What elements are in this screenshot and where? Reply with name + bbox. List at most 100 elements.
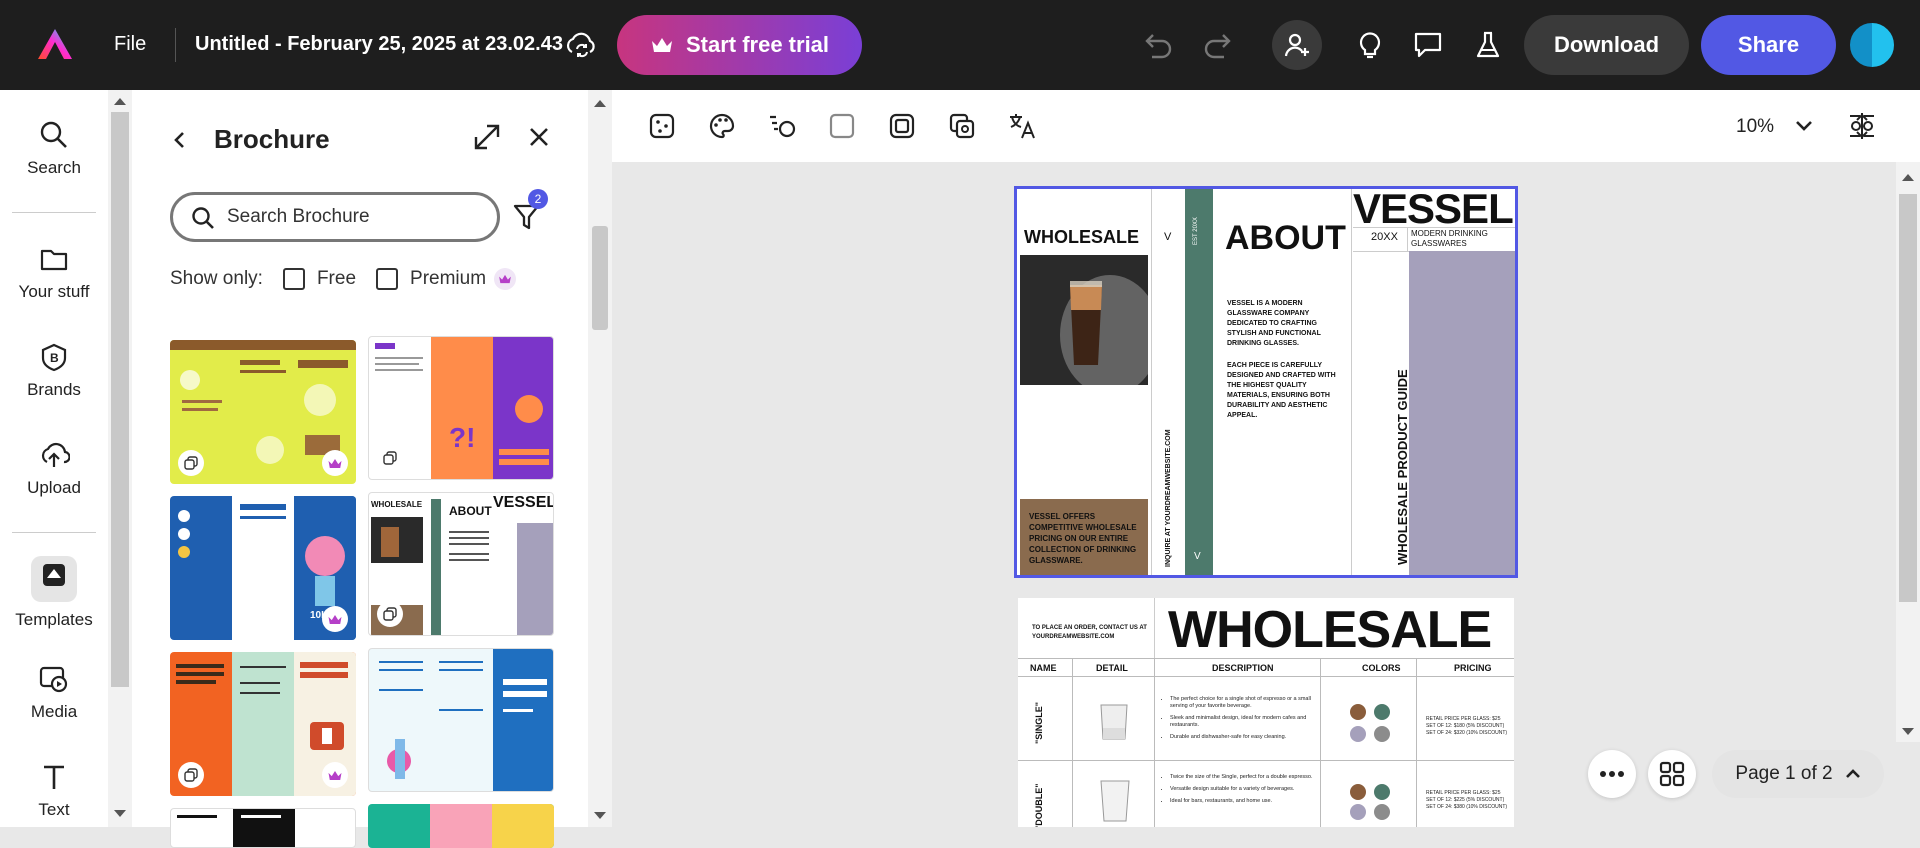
trial-label: Start free trial xyxy=(685,32,830,57)
resize-icon[interactable] xyxy=(1846,110,1878,142)
palette-icon[interactable] xyxy=(706,110,738,142)
more-options-button[interactable] xyxy=(1588,750,1636,798)
template-thumbnail[interactable] xyxy=(170,808,356,848)
chevron-down-icon[interactable] xyxy=(1795,120,1813,132)
divider xyxy=(1351,189,1352,575)
search-icon xyxy=(40,121,67,148)
text-icon xyxy=(44,765,64,789)
adobe-express-logo-icon[interactable] xyxy=(36,27,74,61)
animate-icon[interactable] xyxy=(766,110,798,142)
description-item: Durable and dishwasher-safe for easy cle… xyxy=(1170,734,1316,741)
panel-scrollbar[interactable] xyxy=(588,90,612,827)
rail-label-your-stuff: Your stuff xyxy=(18,282,90,301)
zoom-level[interactable]: 10% xyxy=(1736,116,1774,138)
about-paragraph-2: EACH PIECE IS CAREFULLY DESIGNED AND CRA… xyxy=(1227,362,1336,419)
rail-item-search[interactable]: Search xyxy=(0,120,108,178)
media-icon xyxy=(39,666,68,693)
product-guide-text: WHOLESALE PRODUCT GUIDE xyxy=(1395,369,1410,565)
premium-crown-icon xyxy=(322,762,348,788)
template-thumbnail[interactable]: ?! xyxy=(368,336,554,480)
template-thumbnail[interactable] xyxy=(170,652,356,796)
rail-item-your-stuff[interactable]: Your stuff xyxy=(0,244,108,302)
lightbulb-icon[interactable] xyxy=(1352,27,1388,63)
scroll-down-icon[interactable] xyxy=(1902,728,1914,735)
scroll-thumb[interactable] xyxy=(1899,194,1917,602)
rail-item-media[interactable]: Media xyxy=(0,664,108,722)
divider xyxy=(1151,189,1152,575)
upload-cloud-icon xyxy=(41,442,70,467)
template-thumbnail[interactable]: WHOLESALE ABOUT VESSEL xyxy=(368,492,554,636)
template-thumbnail[interactable] xyxy=(170,340,356,484)
comment-icon[interactable] xyxy=(1410,27,1446,63)
rail-scrollbar[interactable] xyxy=(108,90,132,827)
rail-item-templates[interactable]: Templates xyxy=(0,556,108,630)
scroll-down-icon[interactable] xyxy=(114,810,126,817)
divider xyxy=(175,28,176,62)
price-line: RETAIL PRICE PER GLASS: $25 xyxy=(1426,790,1501,796)
scroll-up-icon[interactable] xyxy=(114,98,126,105)
document-title[interactable]: Untitled - February 25, 2025 at 23.02.43 xyxy=(195,33,563,56)
svg-text:B: B xyxy=(50,351,59,365)
template-thumbnail[interactable]: 10K xyxy=(170,496,356,640)
divider xyxy=(1072,658,1073,827)
description-item: Ideal for bars, restaurants, and home us… xyxy=(1170,798,1316,805)
free-checkbox[interactable] xyxy=(282,268,305,290)
free-label: Free xyxy=(316,268,357,289)
start-free-trial-button[interactable]: Start free trial xyxy=(617,15,862,75)
folder-icon xyxy=(40,249,68,271)
scroll-thumb[interactable] xyxy=(592,226,608,330)
undo-icon[interactable] xyxy=(1140,27,1176,63)
close-icon[interactable] xyxy=(528,126,550,148)
rail-label-media: Media xyxy=(30,702,78,721)
back-chevron-icon[interactable] xyxy=(172,130,188,150)
download-button[interactable]: Download xyxy=(1524,15,1689,75)
rail-item-brands[interactable]: B Brands xyxy=(0,342,108,400)
row-pricing: RETAIL PRICE PER GLASS: $25 SET OF 12: $… xyxy=(1426,716,1514,737)
svg-text:VESSEL: VESSEL xyxy=(493,494,554,511)
tagline-text: MODERN DRINKING GLASSWARES xyxy=(1411,229,1488,248)
rail-item-text[interactable]: Text xyxy=(0,762,108,820)
magic-shape-icon[interactable] xyxy=(646,110,678,142)
price-line: SET OF 12: $180 (5% DISCOUNT) xyxy=(1426,723,1505,729)
invite-user-button[interactable] xyxy=(1272,20,1322,70)
copy-pages-icon[interactable] xyxy=(946,110,978,142)
color-swatch xyxy=(1374,726,1390,742)
expand-icon[interactable] xyxy=(472,122,502,152)
rail-item-upload[interactable]: Upload xyxy=(0,440,108,498)
border-square-icon[interactable] xyxy=(826,110,858,142)
template-thumbnail[interactable] xyxy=(368,804,554,848)
beaker-icon[interactable] xyxy=(1470,27,1506,63)
avatar[interactable] xyxy=(1848,21,1896,69)
canvas-scrollbar[interactable] xyxy=(1896,162,1920,742)
grid-view-button[interactable] xyxy=(1648,750,1696,798)
scroll-up-icon[interactable] xyxy=(1902,174,1914,181)
brochure-page-1[interactable]: WHOLESALE VESSEL OFFERS COMPETITIVE WHOL… xyxy=(1014,186,1518,578)
cloud-sync-icon[interactable] xyxy=(563,30,599,60)
filter-count-badge: 2 xyxy=(528,189,548,209)
frame-icon[interactable] xyxy=(886,110,918,142)
premium-checkbox[interactable] xyxy=(376,268,399,290)
search-input[interactable]: Search Brochure xyxy=(170,192,500,242)
multipage-icon xyxy=(178,762,204,788)
search-icon xyxy=(192,207,214,229)
templates-icon xyxy=(31,556,77,602)
scroll-up-icon[interactable] xyxy=(594,100,606,107)
template-thumbnail[interactable] xyxy=(368,648,554,792)
brochure-page-2[interactable]: TO PLACE AN ORDER, CONTACT US AT YOURDRE… xyxy=(1018,598,1514,827)
wholesale-heading: WHOLESALE xyxy=(1024,227,1139,247)
scroll-thumb[interactable] xyxy=(111,112,129,687)
add-user-icon xyxy=(1284,33,1309,57)
canvas-toolbar xyxy=(612,90,1920,162)
translate-icon[interactable] xyxy=(1006,110,1038,142)
top-bar: File Untitled - February 25, 2025 at 23.… xyxy=(0,0,1920,90)
left-rail: Search Your stuff B Brands Upload Templa… xyxy=(0,90,108,827)
row-description: Twice the size of the Single, perfect fo… xyxy=(1160,774,1316,805)
file-menu[interactable]: File xyxy=(114,33,146,56)
color-swatch xyxy=(1374,704,1390,720)
page-navigator[interactable]: Page 1 of 2 xyxy=(1712,750,1884,798)
redo-icon[interactable] xyxy=(1200,27,1236,63)
scroll-down-icon[interactable] xyxy=(594,812,606,819)
row-name: "DOUBLE" xyxy=(1034,783,1044,827)
about-paragraph-1: VESSEL IS A MODERN GLASSWARE COMPANY DED… xyxy=(1227,300,1321,347)
share-button[interactable]: Share xyxy=(1701,15,1836,75)
